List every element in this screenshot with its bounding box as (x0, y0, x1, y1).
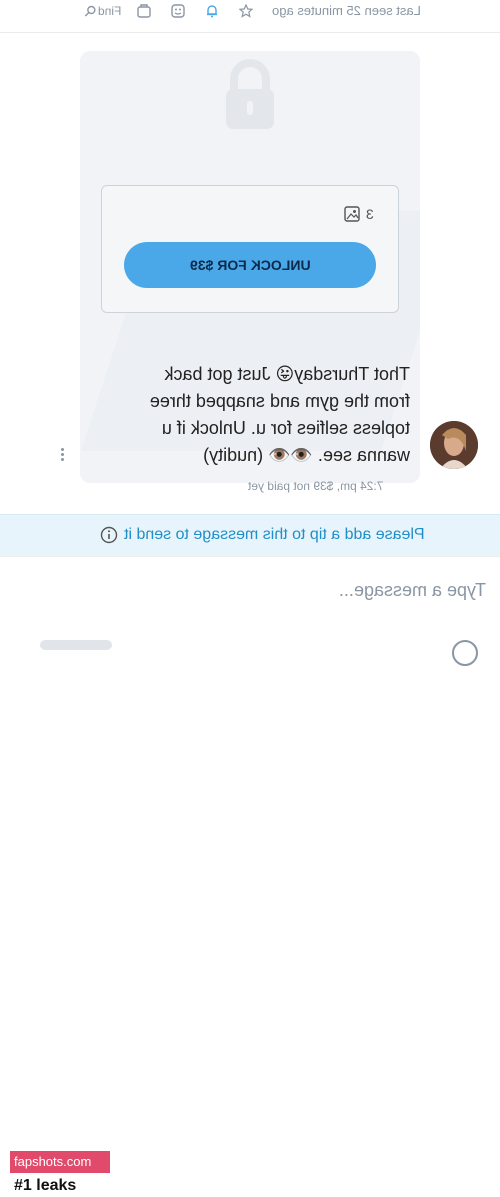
find-button[interactable]: Find (84, 4, 121, 18)
info-icon (100, 526, 118, 544)
gallery-button[interactable] (133, 1, 155, 21)
locked-media-card: 3 UNLOCK FOR $39 (101, 185, 399, 313)
lock-icon (226, 59, 274, 129)
unlock-button[interactable]: UNLOCK FOR $39 (124, 242, 376, 288)
more-dot-icon (60, 458, 64, 461)
circle-icon[interactable] (452, 640, 478, 666)
find-label: Find (98, 4, 122, 18)
chat-area[interactable]: 3 UNLOCK FOR $39 Thot Thursday😜 Just got… (0, 33, 500, 513)
favorite-button[interactable] (235, 1, 257, 21)
more-dot-icon (60, 453, 64, 456)
bell-icon (207, 5, 218, 18)
message-meta: 7:24 pm, $39 not paid yet (248, 479, 384, 493)
watermark-tagline: #1 leaks (10, 1175, 110, 1197)
last-seen-status: Last seen 25 minutes ago (272, 3, 421, 18)
sender-avatar[interactable] (430, 421, 478, 469)
star-icon (239, 4, 254, 18)
more-dot-icon (60, 448, 64, 451)
message-text: Thot Thursday😜 Just got back from the gy… (149, 364, 410, 465)
watermark-site: fapshots.com (10, 1151, 110, 1173)
emoji-icon (171, 4, 186, 18)
chat-header: Find Last seen 25 minutes ago (0, 0, 500, 33)
tip-notice-bar: Please add a tip to this message to send… (0, 514, 500, 557)
message-composer: fapshots.com #1 leaks (0, 556, 500, 1197)
message-options-button[interactable] (58, 446, 66, 466)
message-input[interactable] (270, 575, 488, 605)
search-icon (84, 5, 96, 17)
notifications-button[interactable] (201, 1, 223, 21)
avatar-image (430, 421, 478, 469)
watermark: fapshots.com #1 leaks (10, 1151, 110, 1197)
bottom-pill-button[interactable] (40, 640, 112, 650)
emoji-button[interactable] (167, 1, 189, 21)
media-count: 3 (344, 206, 374, 222)
header-toolbar: Find (84, 1, 257, 21)
unlock-button-label: UNLOCK FOR $39 (189, 257, 311, 273)
paid-message-bubble: 3 UNLOCK FOR $39 Thot Thursday😜 Just got… (80, 51, 420, 483)
gallery-icon (137, 4, 152, 18)
media-count-value: 3 (366, 206, 374, 222)
tip-notice-text: Please add a tip to this message to send… (124, 526, 425, 543)
image-icon (344, 206, 360, 222)
